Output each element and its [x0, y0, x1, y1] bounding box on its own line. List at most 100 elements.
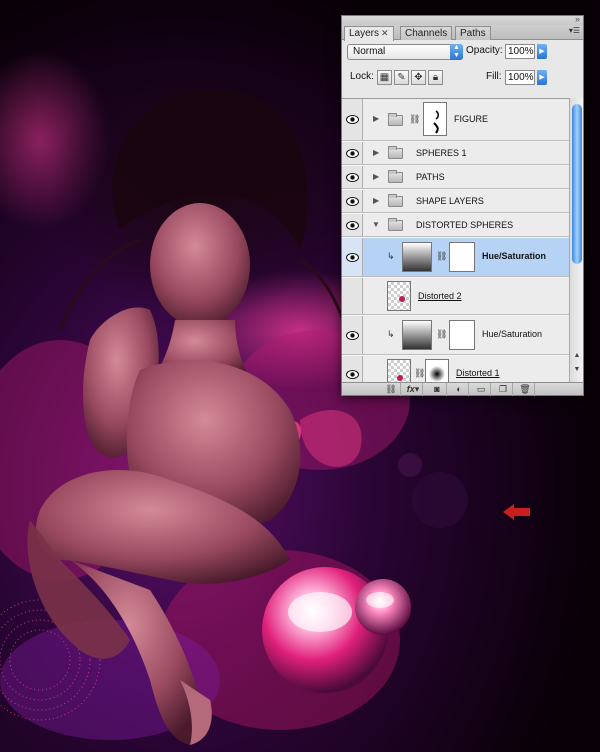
- disclosure-triangle-expanded-icon[interactable]: ▼: [372, 220, 380, 229]
- tab-paths-label: Paths: [460, 28, 486, 39]
- layer-row-distorted-2[interactable]: Distorted 2: [342, 278, 569, 315]
- select-arrows-icon[interactable]: ▲ ▼: [450, 44, 463, 60]
- visibility-toggle[interactable]: [342, 214, 363, 236]
- disclosure-triangle-icon[interactable]: ▶: [373, 114, 379, 123]
- blend-mode-select[interactable]: Normal ▲ ▼: [347, 44, 463, 60]
- layer-mask-thumbnail[interactable]: [425, 359, 449, 382]
- thumbnail-image: [399, 296, 405, 302]
- tab-channels-label: Channels: [405, 28, 448, 39]
- link-layers-icon[interactable]: ⛓: [382, 383, 401, 396]
- fx-icon[interactable]: fx▾: [404, 383, 423, 396]
- layer-name[interactable]: Distorted 2: [418, 291, 462, 301]
- disclosure-triangle-icon[interactable]: ▶: [373, 148, 379, 157]
- lock-transparent-icon[interactable]: ▦: [377, 70, 392, 85]
- tab-paths[interactable]: Paths: [455, 26, 491, 40]
- visibility-toggle[interactable]: [342, 142, 363, 164]
- layer-row-figure[interactable]: ▶ ⛓ FIGURE: [342, 99, 569, 141]
- layer-name[interactable]: DISTORTED SPHERES: [416, 220, 513, 230]
- add-mask-icon[interactable]: ◙: [428, 383, 447, 396]
- eye-icon: [346, 221, 359, 230]
- panel-tabs: Layers ✕ Channels Paths ▾☰: [342, 25, 583, 41]
- adjustment-layer-icon[interactable]: ◐: [450, 383, 469, 396]
- layer-row-distorted-1[interactable]: ⛓ Distorted 1: [342, 356, 569, 382]
- visibility-toggle-hidden[interactable]: [342, 278, 363, 314]
- panel-menu-icon[interactable]: ▾☰: [569, 27, 580, 35]
- chain-link-icon[interactable]: ⛓: [436, 251, 447, 262]
- visibility-toggle[interactable]: [342, 238, 363, 276]
- disclosure-triangle-icon[interactable]: ▶: [373, 196, 379, 205]
- fill-label: Fill:: [486, 71, 502, 82]
- layer-mask-thumbnail[interactable]: [449, 242, 475, 272]
- lock-position-icon[interactable]: ✥: [411, 70, 426, 85]
- scroll-up-icon[interactable]: ▲: [572, 352, 582, 359]
- folder-icon: [388, 194, 403, 207]
- clipping-mask-arrow-icon: ↳: [387, 251, 395, 261]
- layer-row-distorted-spheres[interactable]: ▼ DISTORTED SPHERES: [342, 214, 569, 237]
- panel-bottom-toolbar: ⛓ fx▾ ◙ ◐ ▭ ❐ 🗑︎: [342, 382, 583, 396]
- layer-name[interactable]: SPHERES 1: [416, 148, 467, 158]
- layer-thumbnail[interactable]: [387, 281, 411, 311]
- adjustment-thumbnail-icon[interactable]: [402, 242, 432, 272]
- blend-opacity-row: Normal ▲ ▼ Opacity: 100% ▶: [342, 41, 583, 65]
- layer-list: ▶ ⛓ FIGURE ▶ SPHERES 1 ▶ PATHS ▶ SHAPE L…: [342, 98, 569, 382]
- layer-name[interactable]: Distorted 1: [456, 368, 500, 378]
- fx-label: fx: [406, 384, 415, 394]
- folder-icon: [388, 113, 403, 126]
- layer-thumbnail[interactable]: [387, 359, 411, 382]
- lock-label: Lock:: [350, 71, 374, 82]
- layer-row-paths[interactable]: ▶ PATHS: [342, 166, 569, 189]
- opacity-label: Opacity:: [466, 45, 503, 56]
- chain-link-icon[interactable]: ⛓: [414, 368, 425, 379]
- eye-icon: [346, 173, 359, 182]
- scroll-down-icon[interactable]: ▼: [572, 366, 582, 373]
- visibility-toggle[interactable]: [342, 316, 363, 354]
- layer-mask-thumbnail[interactable]: [423, 102, 447, 136]
- layer-name[interactable]: PATHS: [416, 172, 445, 182]
- folder-icon: [388, 218, 403, 231]
- panel-collapse-icon[interactable]: »: [575, 14, 580, 24]
- clipping-mask-arrow-icon: ↳: [387, 329, 395, 339]
- visibility-toggle[interactable]: [342, 99, 363, 140]
- chain-link-icon[interactable]: ⛓: [436, 329, 447, 340]
- eye-icon: [346, 149, 359, 158]
- layer-row-spheres-1[interactable]: ▶ SPHERES 1: [342, 142, 569, 165]
- trash-icon[interactable]: 🗑︎: [516, 383, 535, 396]
- tab-layers[interactable]: Layers ✕: [344, 26, 394, 41]
- mask-thumbnail-image: [429, 366, 445, 382]
- visibility-toggle[interactable]: [342, 356, 363, 382]
- layer-name[interactable]: Hue/Saturation: [482, 251, 546, 261]
- lock-all-icon[interactable]: 🔒︎: [428, 70, 443, 85]
- adjustment-thumbnail-icon[interactable]: [402, 320, 432, 350]
- layer-row-shape-layers[interactable]: ▶ SHAPE LAYERS: [342, 190, 569, 213]
- visibility-toggle[interactable]: [342, 190, 363, 212]
- layer-name[interactable]: SHAPE LAYERS: [416, 196, 484, 206]
- fill-input[interactable]: 100%: [505, 70, 535, 85]
- layer-row-hue-saturation-selected[interactable]: ↳ ⛓ Hue/Saturation: [342, 238, 569, 277]
- layer-name[interactable]: Hue/Saturation: [482, 329, 542, 339]
- fill-slider-arrow-icon[interactable]: ▶: [537, 70, 547, 85]
- disclosure-triangle-icon[interactable]: ▶: [373, 172, 379, 181]
- blend-mode-value: Normal: [353, 46, 386, 57]
- layer-row-hue-saturation[interactable]: ↳ ⛓ Hue/Saturation: [342, 316, 569, 355]
- new-layer-icon[interactable]: ❐: [494, 383, 513, 396]
- opacity-value: 100%: [508, 46, 534, 57]
- chain-link-icon[interactable]: ⛓: [409, 114, 420, 125]
- thumbnail-image: [397, 375, 403, 381]
- mask-thumbnail-image: [433, 110, 439, 134]
- opacity-input[interactable]: 100%: [505, 44, 535, 59]
- folder-icon: [388, 146, 403, 159]
- lock-image-icon[interactable]: ✎: [394, 70, 409, 85]
- layer-name[interactable]: FIGURE: [454, 114, 488, 124]
- opacity-slider-arrow-icon[interactable]: ▶: [537, 44, 547, 59]
- layers-panel: » Layers ✕ Channels Paths ▾☰ Normal ▲ ▼ Op…: [341, 14, 584, 396]
- visibility-toggle[interactable]: [342, 166, 363, 188]
- tab-close-icon[interactable]: ✕: [381, 28, 389, 38]
- new-group-icon[interactable]: ▭: [472, 383, 491, 396]
- tab-channels[interactable]: Channels: [400, 26, 453, 40]
- eye-icon: [346, 331, 359, 340]
- panel-title-bar[interactable]: »: [342, 14, 583, 25]
- eye-icon: [346, 253, 359, 262]
- layer-mask-thumbnail[interactable]: [449, 320, 475, 350]
- scrollbar-thumb[interactable]: [572, 104, 582, 264]
- layer-list-scrollbar[interactable]: ▲ ▼: [569, 98, 583, 382]
